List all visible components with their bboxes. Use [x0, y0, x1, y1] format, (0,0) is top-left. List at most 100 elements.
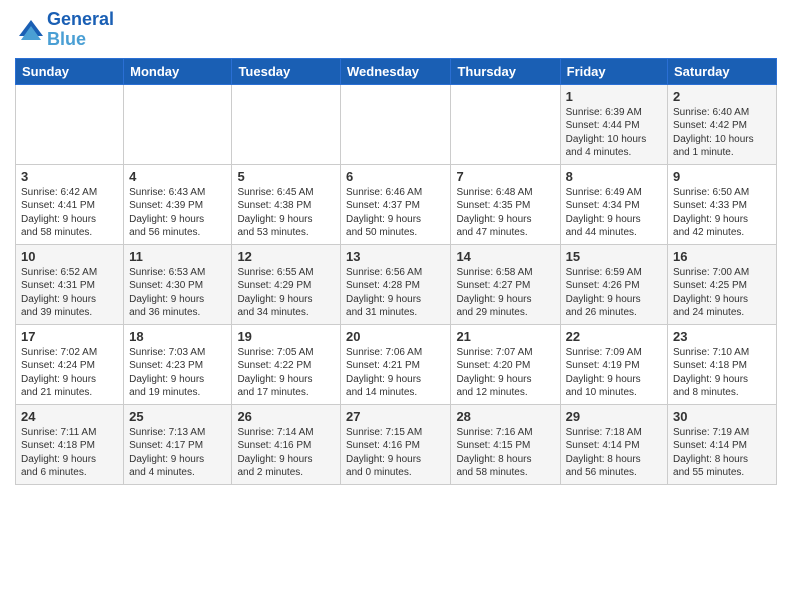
- day-info: Sunrise: 6:40 AM Sunset: 4:42 PM Dayligh…: [673, 106, 771, 160]
- day-number: 5: [237, 169, 335, 184]
- day-info: Sunrise: 7:00 AM Sunset: 4:25 PM Dayligh…: [673, 266, 771, 320]
- day-info: Sunrise: 6:49 AM Sunset: 4:34 PM Dayligh…: [566, 186, 662, 240]
- day-info: Sunrise: 6:58 AM Sunset: 4:27 PM Dayligh…: [456, 266, 554, 320]
- calendar-cell: 15Sunrise: 6:59 AM Sunset: 4:26 PM Dayli…: [560, 244, 667, 324]
- day-info: Sunrise: 6:48 AM Sunset: 4:35 PM Dayligh…: [456, 186, 554, 240]
- day-number: 6: [346, 169, 445, 184]
- day-number: 27: [346, 409, 445, 424]
- weekday-header-wednesday: Wednesday: [341, 58, 451, 84]
- day-number: 2: [673, 89, 771, 104]
- day-info: Sunrise: 6:46 AM Sunset: 4:37 PM Dayligh…: [346, 186, 445, 240]
- calendar-cell: 10Sunrise: 6:52 AM Sunset: 4:31 PM Dayli…: [16, 244, 124, 324]
- day-number: 25: [129, 409, 226, 424]
- day-number: 21: [456, 329, 554, 344]
- calendar-cell: 4 Sunrise: 6:43 AM Sunset: 4:39 PM Daylig…: [124, 164, 232, 244]
- day-info: Sunrise: 6:56 AM Sunset: 4:28 PM Dayligh…: [346, 266, 445, 320]
- day-number: 29: [566, 409, 662, 424]
- calendar-cell: 22 Sunrise: 7:09 AM Sunset: 4:19 PM Dayli…: [560, 324, 667, 404]
- calendar-cell: [341, 84, 451, 164]
- calendar-cell: [124, 84, 232, 164]
- day-info: Sunrise: 6:39 AM Sunset: 4:44 PM Dayligh…: [566, 106, 662, 160]
- day-number: 14: [456, 249, 554, 264]
- calendar-cell: 25Sunrise: 7:13 AM Sunset: 4:17 PM Dayli…: [124, 404, 232, 484]
- day-info: Sunrise: 7:02 AM Sunset: 4:24 PM Dayligh…: [21, 346, 118, 400]
- day-info: Sunrise: 7:14 AM Sunset: 4:16 PM Dayligh…: [237, 426, 335, 480]
- page-header: General Blue: [15, 10, 777, 50]
- day-number: 22: [566, 329, 662, 344]
- page-container: General Blue SundayMondayTuesdayWednesda…: [0, 0, 792, 495]
- logo-icon: [15, 16, 43, 44]
- day-info: Sunrise: 7:07 AM Sunset: 4:20 PM Dayligh…: [456, 346, 554, 400]
- day-info: Sunrise: 7:06 AM Sunset: 4:21 PM Dayligh…: [346, 346, 445, 400]
- day-info: Sunrise: 6:53 AM Sunset: 4:30 PM Dayligh…: [129, 266, 226, 320]
- day-number: 24: [21, 409, 118, 424]
- calendar-cell: 3Sunrise: 6:42 AM Sunset: 4:41 PM Daylig…: [16, 164, 124, 244]
- calendar-header: SundayMondayTuesdayWednesdayThursdayFrid…: [16, 58, 777, 84]
- calendar-cell: 13Sunrise: 6:56 AM Sunset: 4:28 PM Dayli…: [341, 244, 451, 324]
- day-number: 28: [456, 409, 554, 424]
- calendar-body: 1 Sunrise: 6:39 AM Sunset: 4:44 PM Daylig…: [16, 84, 777, 484]
- day-info: Sunrise: 7:11 AM Sunset: 4:18 PM Dayligh…: [21, 426, 118, 480]
- calendar-cell: 21 Sunrise: 7:07 AM Sunset: 4:20 PM Dayli…: [451, 324, 560, 404]
- calendar-cell: 29 Sunrise: 7:18 AM Sunset: 4:14 PM Dayli…: [560, 404, 667, 484]
- calendar-cell: [232, 84, 341, 164]
- day-number: 26: [237, 409, 335, 424]
- day-number: 18: [129, 329, 226, 344]
- calendar-week-4: 17 Sunrise: 7:02 AM Sunset: 4:24 PM Dayli…: [16, 324, 777, 404]
- day-info: Sunrise: 6:45 AM Sunset: 4:38 PM Dayligh…: [237, 186, 335, 240]
- day-info: Sunrise: 6:42 AM Sunset: 4:41 PM Dayligh…: [21, 186, 118, 240]
- day-info: Sunrise: 6:43 AM Sunset: 4:39 PM Dayligh…: [129, 186, 226, 240]
- calendar-cell: 23Sunrise: 7:10 AM Sunset: 4:18 PM Dayli…: [668, 324, 777, 404]
- weekday-header-tuesday: Tuesday: [232, 58, 341, 84]
- calendar-cell: 5 Sunrise: 6:45 AM Sunset: 4:38 PM Daylig…: [232, 164, 341, 244]
- day-info: Sunrise: 6:50 AM Sunset: 4:33 PM Dayligh…: [673, 186, 771, 240]
- weekday-header-monday: Monday: [124, 58, 232, 84]
- calendar-cell: 1 Sunrise: 6:39 AM Sunset: 4:44 PM Daylig…: [560, 84, 667, 164]
- logo-text: General Blue: [47, 10, 114, 50]
- day-number: 30: [673, 409, 771, 424]
- calendar-cell: 12 Sunrise: 6:55 AM Sunset: 4:29 PM Dayli…: [232, 244, 341, 324]
- day-info: Sunrise: 7:05 AM Sunset: 4:22 PM Dayligh…: [237, 346, 335, 400]
- day-number: 4: [129, 169, 226, 184]
- weekday-header-thursday: Thursday: [451, 58, 560, 84]
- day-number: 7: [456, 169, 554, 184]
- day-number: 1: [566, 89, 662, 104]
- day-info: Sunrise: 7:03 AM Sunset: 4:23 PM Dayligh…: [129, 346, 226, 400]
- day-info: Sunrise: 6:52 AM Sunset: 4:31 PM Dayligh…: [21, 266, 118, 320]
- calendar-week-1: 1 Sunrise: 6:39 AM Sunset: 4:44 PM Daylig…: [16, 84, 777, 164]
- day-info: Sunrise: 7:15 AM Sunset: 4:16 PM Dayligh…: [346, 426, 445, 480]
- day-info: Sunrise: 7:18 AM Sunset: 4:14 PM Dayligh…: [566, 426, 662, 480]
- calendar-cell: 17 Sunrise: 7:02 AM Sunset: 4:24 PM Dayli…: [16, 324, 124, 404]
- day-info: Sunrise: 6:59 AM Sunset: 4:26 PM Dayligh…: [566, 266, 662, 320]
- calendar-cell: 7 Sunrise: 6:48 AM Sunset: 4:35 PM Daylig…: [451, 164, 560, 244]
- calendar-cell: [451, 84, 560, 164]
- day-info: Sunrise: 7:09 AM Sunset: 4:19 PM Dayligh…: [566, 346, 662, 400]
- day-number: 8: [566, 169, 662, 184]
- logo: General Blue: [15, 10, 114, 50]
- day-info: Sunrise: 7:19 AM Sunset: 4:14 PM Dayligh…: [673, 426, 771, 480]
- weekday-header-friday: Friday: [560, 58, 667, 84]
- weekday-row: SundayMondayTuesdayWednesdayThursdayFrid…: [16, 58, 777, 84]
- calendar-cell: 8 Sunrise: 6:49 AM Sunset: 4:34 PM Daylig…: [560, 164, 667, 244]
- calendar-cell: 27 Sunrise: 7:15 AM Sunset: 4:16 PM Dayli…: [341, 404, 451, 484]
- day-number: 9: [673, 169, 771, 184]
- weekday-header-saturday: Saturday: [668, 58, 777, 84]
- day-number: 19: [237, 329, 335, 344]
- calendar-cell: 20 Sunrise: 7:06 AM Sunset: 4:21 PM Dayli…: [341, 324, 451, 404]
- calendar-cell: 14 Sunrise: 6:58 AM Sunset: 4:27 PM Dayli…: [451, 244, 560, 324]
- day-number: 17: [21, 329, 118, 344]
- day-number: 12: [237, 249, 335, 264]
- calendar-cell: 30 Sunrise: 7:19 AM Sunset: 4:14 PM Dayli…: [668, 404, 777, 484]
- calendar-table: SundayMondayTuesdayWednesdayThursdayFrid…: [15, 58, 777, 485]
- calendar-cell: 9 Sunrise: 6:50 AM Sunset: 4:33 PM Daylig…: [668, 164, 777, 244]
- weekday-header-sunday: Sunday: [16, 58, 124, 84]
- calendar-cell: 24 Sunrise: 7:11 AM Sunset: 4:18 PM Dayli…: [16, 404, 124, 484]
- calendar-cell: 16Sunrise: 7:00 AM Sunset: 4:25 PM Dayli…: [668, 244, 777, 324]
- calendar-cell: 26 Sunrise: 7:14 AM Sunset: 4:16 PM Dayli…: [232, 404, 341, 484]
- day-info: Sunrise: 7:16 AM Sunset: 4:15 PM Dayligh…: [456, 426, 554, 480]
- day-number: 20: [346, 329, 445, 344]
- day-number: 11: [129, 249, 226, 264]
- calendar-week-3: 10Sunrise: 6:52 AM Sunset: 4:31 PM Dayli…: [16, 244, 777, 324]
- day-info: Sunrise: 6:55 AM Sunset: 4:29 PM Dayligh…: [237, 266, 335, 320]
- day-info: Sunrise: 7:10 AM Sunset: 4:18 PM Dayligh…: [673, 346, 771, 400]
